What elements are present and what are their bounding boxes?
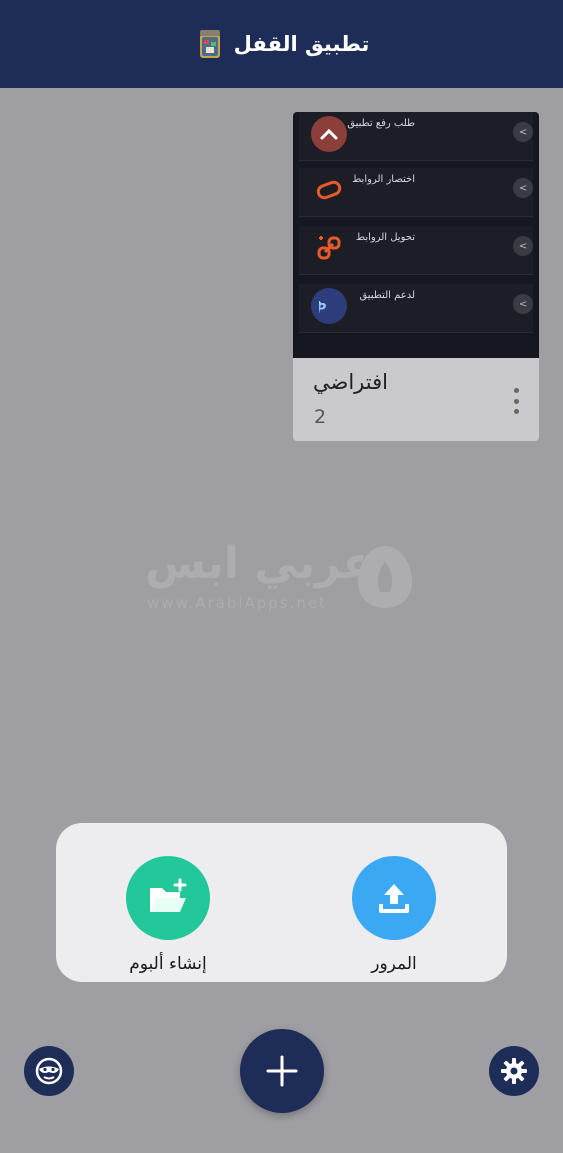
link-shorten-icon [311,172,347,208]
thumb-row-label: اختصار الروابط [352,174,415,185]
thumb-row: تحويل الروابط > [299,226,533,275]
plus-icon [266,1055,298,1087]
app-header: تطبيق القفل [0,0,563,88]
add-fab-button[interactable] [240,1029,324,1113]
watermark-logo-icon [358,546,412,608]
mask-icon [35,1057,63,1085]
chevron-up-icon [311,116,347,152]
thumb-row-label: لدعم التطبيق [359,290,415,301]
more-vertical-icon[interactable] [511,388,521,414]
thumb-row: طلب رفع تطبيق > [299,112,533,161]
chevron-right-icon: > [513,294,533,314]
thumb-row: لدعم التطبيق PP > [299,284,533,333]
link-convert-icon [311,230,347,266]
browse-button[interactable] [352,856,436,940]
svg-text:P: P [319,302,326,316]
chevron-right-icon: > [513,178,533,198]
paypal-icon: PP [311,288,347,324]
browse-label: المرور [371,954,417,974]
disguise-mask-button[interactable] [24,1046,74,1096]
folder-add-icon [150,878,187,912]
browse-action[interactable]: المرور [324,856,464,974]
create-album-label: إنشاء ألبوم [129,954,207,974]
add-options-sheet: إنشاء ألبوم المرور [56,823,507,982]
create-album-action[interactable]: إنشاء ألبوم [98,856,238,974]
album-thumbnail: طلب رفع تطبيق > اختصار الروابط > تحويل ا… [293,112,539,358]
thumb-row-label: طلب رفع تطبيق [347,118,415,129]
create-album-button[interactable] [126,856,210,940]
lock-app-logo-icon [194,28,226,60]
chevron-right-icon: > [513,122,533,142]
upload-icon [379,884,409,913]
watermark-url: www.ArabiApps.net [147,594,328,612]
album-count: 2 [314,406,327,428]
thumb-row-label: تحويل الروابط [355,232,415,243]
settings-button[interactable] [489,1046,539,1096]
watermark-text: عربي ابس [145,538,373,589]
album-info: افتراضي 2 [293,358,539,441]
chevron-right-icon: > [513,236,533,256]
gear-icon [501,1058,527,1084]
watermark: عربي ابس www.ArabiApps.net [145,538,425,618]
thumb-row: اختصار الروابط > [299,168,533,217]
app-title: تطبيق القفل [233,32,370,56]
album-name: افتراضي [313,370,388,394]
album-card[interactable]: طلب رفع تطبيق > اختصار الروابط > تحويل ا… [293,112,539,441]
